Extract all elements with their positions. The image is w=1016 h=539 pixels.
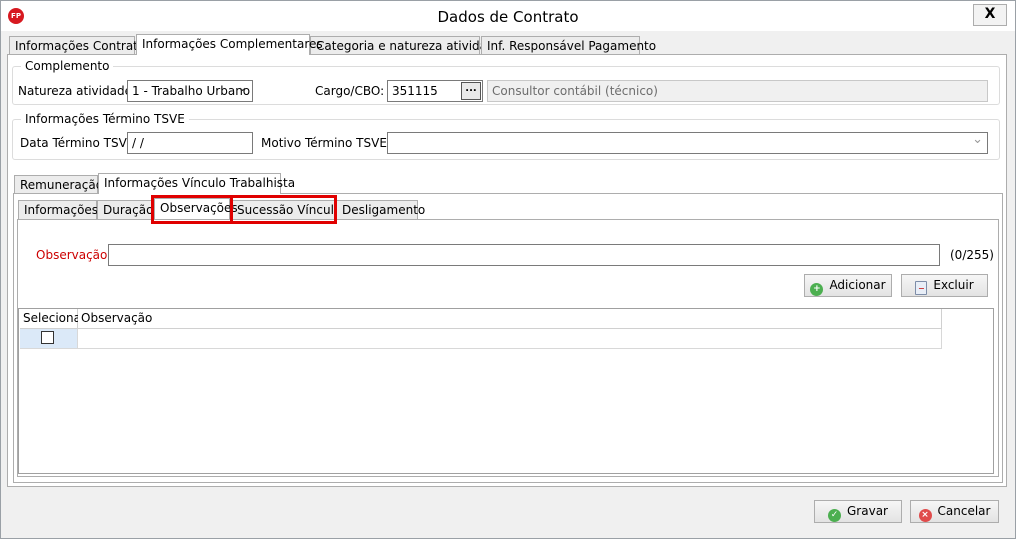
tab-informacoes-complementares[interactable]: Informações Complementares xyxy=(136,34,323,55)
tab-observacoes[interactable]: Observações xyxy=(154,198,238,219)
delete-document-icon: − xyxy=(915,281,928,295)
adicionar-button[interactable]: + Adicionar xyxy=(804,274,892,297)
close-button[interactable]: X xyxy=(973,4,1007,26)
observacoes-panel: Observação: (0/255) + Adicionar − Excluir … xyxy=(17,219,999,477)
observacoes-grid[interactable]: Selecionar Observação xyxy=(18,308,994,474)
motivo-termino-tsve-select[interactable] xyxy=(387,132,988,154)
data-termino-tsve-input[interactable]: / / xyxy=(127,132,253,154)
excluir-button[interactable]: − Excluir xyxy=(901,274,988,297)
adicionar-label: Adicionar xyxy=(829,278,886,292)
cancel-icon: × xyxy=(918,509,932,522)
title-bar: FP Dados de Contrato X xyxy=(1,1,1015,31)
termino-tsve-legend: Informações Término TSVE xyxy=(25,112,185,126)
excluir-label: Excluir xyxy=(933,278,974,292)
tab-inf-responsavel-pagamento[interactable]: Inf. Responsável Pagamento xyxy=(481,36,656,55)
check-icon: ✓ xyxy=(828,509,841,522)
cargo-search-button[interactable]: ... xyxy=(461,82,481,100)
grid-cell-observacao[interactable] xyxy=(78,329,942,349)
observacao-label: Observação: xyxy=(36,248,112,262)
cancelar-label: Cancelar xyxy=(937,504,991,518)
grid-header-selecionar[interactable]: Selecionar xyxy=(20,309,86,329)
add-icon: + xyxy=(810,283,824,296)
gravar-label: Gravar xyxy=(847,504,888,518)
observacao-input[interactable] xyxy=(108,244,940,266)
dados-contrato-window: FP Dados de Contrato X Informações Contr… xyxy=(0,0,1016,539)
complemento-legend: Complemento xyxy=(25,59,110,73)
tab-remuneracao[interactable]: Remuneração xyxy=(14,175,103,194)
tab-duracao[interactable]: Duração xyxy=(97,200,153,219)
cancelar-button[interactable]: × Cancelar xyxy=(910,500,999,523)
tab-categoria-natureza[interactable]: Categoria e natureza atividade xyxy=(310,36,502,55)
data-termino-tsve-label: Data Término TSVE: xyxy=(20,136,139,150)
grid-cell-selecionar[interactable] xyxy=(20,329,78,349)
tab-desligamento[interactable]: Desligamento xyxy=(336,200,425,219)
tab-informacoes-vinculo-trabalhista[interactable]: Informações Vínculo Trabalhista xyxy=(98,173,295,194)
window-title: Dados de Contrato xyxy=(437,8,579,26)
cargo-cbo-label: Cargo/CBO: xyxy=(315,84,385,98)
informacoes-complementares-panel: Complemento Natureza atividade: 1 - Trab… xyxy=(7,54,1007,487)
natureza-atividade-select[interactable]: 1 - Trabalho Urbano xyxy=(127,80,253,102)
cargo-description-field: Consultor contábil (técnico) xyxy=(487,80,988,102)
row-select-checkbox[interactable] xyxy=(41,331,54,344)
gravar-button[interactable]: ✓ Gravar xyxy=(814,500,902,523)
natureza-atividade-label: Natureza atividade: xyxy=(18,84,137,98)
vinculo-trabalhista-panel: Informações Duração Observações Sucessão… xyxy=(13,193,1003,483)
tab-informacoes-contrato[interactable]: Informações Contrato xyxy=(9,36,145,55)
motivo-termino-tsve-label: Motivo Término TSVE: xyxy=(261,136,391,150)
grid-header-observacao[interactable]: Observação xyxy=(78,309,942,329)
observacao-counter: (0/255) xyxy=(950,248,994,262)
tab-informacoes[interactable]: Informações xyxy=(18,200,98,219)
tab-sucessao-vinculo[interactable]: Sucessão Vínculo xyxy=(231,200,341,219)
